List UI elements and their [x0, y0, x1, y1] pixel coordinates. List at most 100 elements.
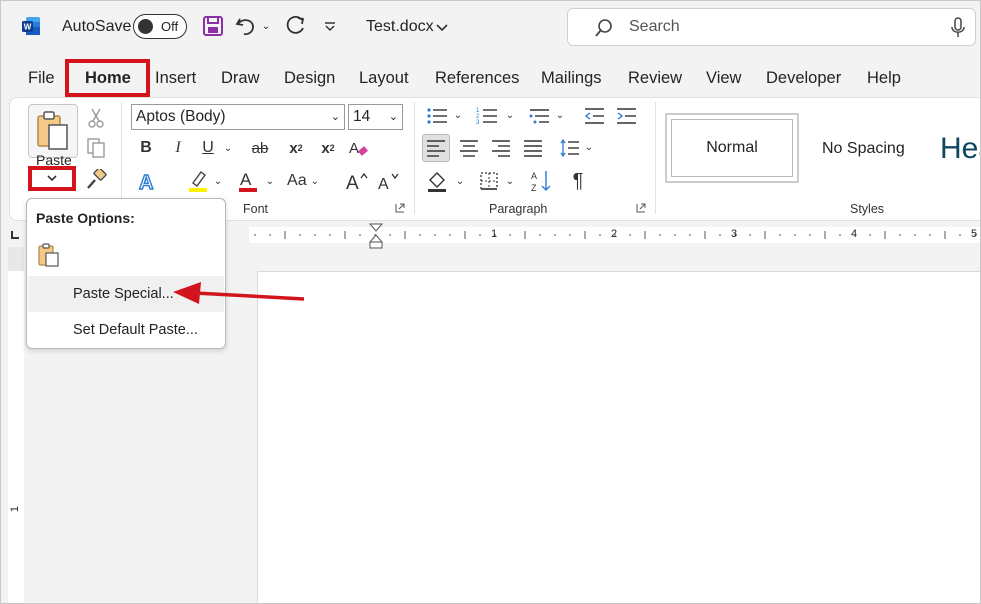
autosave-toggle[interactable]: Off	[133, 14, 187, 39]
tab-insert[interactable]: Insert	[155, 69, 196, 88]
ruler-mark-4: 4	[851, 228, 858, 240]
grow-font-icon[interactable]: A	[344, 168, 370, 194]
indent-marker-icon[interactable]	[368, 223, 384, 249]
tab-selector-icon[interactable]	[11, 231, 19, 239]
borders-icon[interactable]	[476, 168, 502, 194]
tab-review[interactable]: Review	[628, 69, 682, 88]
numbering-icon[interactable]: 123	[474, 104, 500, 128]
style-no-spacing[interactable]: No Spacing	[822, 140, 905, 158]
pilcrow-icon[interactable]: ¶	[566, 168, 590, 194]
search-placeholder: Search	[629, 18, 680, 35]
justify-icon[interactable]	[520, 134, 546, 162]
paste-button[interactable]	[28, 104, 78, 158]
shading-icon[interactable]	[424, 168, 450, 194]
separator	[655, 102, 656, 214]
change-case-button[interactable]: Aa ⌄	[286, 168, 320, 194]
svg-text:3: 3	[476, 120, 480, 126]
shrink-font-icon[interactable]: A	[376, 168, 402, 194]
font-size-combo[interactable]: 14 ⌄	[348, 104, 403, 130]
tab-design[interactable]: Design	[284, 69, 335, 88]
increase-indent-icon[interactable]	[613, 104, 639, 128]
svg-text:Z: Z	[531, 183, 537, 193]
vruler-mark-1: 1	[9, 505, 22, 513]
customize-icon[interactable]	[317, 13, 343, 39]
font-name-value: Aptos (Body)	[136, 108, 226, 125]
annotation-arrow-icon	[173, 282, 305, 304]
tab-help[interactable]: Help	[867, 69, 901, 88]
sort-icon[interactable]: AZ	[528, 168, 554, 194]
home-tab-highlight	[65, 59, 150, 97]
bullets-icon[interactable]	[424, 104, 450, 128]
subscript-button[interactable]: x2	[284, 136, 308, 160]
cut-icon[interactable]	[84, 106, 108, 130]
borders-dropdown-icon[interactable]: ⌄	[504, 172, 516, 190]
set-default-paste-menu-item[interactable]: Set Default Paste...	[28, 312, 224, 348]
bullets-dropdown-icon[interactable]: ⌄	[452, 106, 464, 124]
decrease-indent-icon[interactable]	[581, 104, 607, 128]
multilevel-dropdown-icon[interactable]: ⌄	[554, 106, 566, 124]
style-heading[interactable]: Hea	[940, 132, 980, 166]
autosave-label: AutoSave	[62, 18, 132, 35]
italic-button[interactable]: I	[168, 136, 188, 160]
word-logo-icon: W	[22, 17, 40, 35]
chevron-down-icon[interactable]	[429, 15, 455, 41]
underline-button[interactable]: U	[198, 136, 218, 160]
horizontal-ruler[interactable]: 1 2 3 4 5	[249, 227, 980, 243]
tab-developer[interactable]: Developer	[766, 69, 841, 88]
search-box[interactable]: Search	[567, 8, 976, 46]
document-title[interactable]: Test.docx	[366, 18, 434, 36]
underline-dropdown-icon[interactable]: ⌄	[222, 138, 234, 158]
highlight-dropdown-icon[interactable]: ⌄	[212, 172, 224, 190]
save-icon[interactable]	[200, 13, 226, 39]
font-color-icon[interactable]: A	[236, 168, 260, 194]
paragraph-dialog-launcher-icon[interactable]	[635, 202, 647, 214]
svg-text:A: A	[378, 176, 389, 192]
bold-button[interactable]: B	[136, 136, 156, 160]
tab-file[interactable]: File	[28, 69, 55, 88]
chevron-down-icon: ⌄	[388, 111, 398, 123]
keep-source-formatting-icon[interactable]	[37, 243, 61, 267]
text-effects-icon[interactable]: A	[136, 168, 160, 194]
font-dialog-launcher-icon[interactable]	[394, 202, 406, 214]
tab-references[interactable]: References	[435, 69, 519, 88]
microphone-icon[interactable]	[951, 17, 965, 39]
numbering-dropdown-icon[interactable]: ⌄	[504, 106, 516, 124]
style-normal[interactable]: Normal	[665, 113, 799, 183]
title-bar: W AutoSave Off ⌄ Test.docx Search	[1, 1, 980, 55]
autosave-state: Off	[161, 19, 179, 34]
vertical-ruler[interactable]: 1	[8, 271, 24, 603]
align-left-icon[interactable]	[422, 134, 450, 162]
undo-icon[interactable]	[233, 13, 259, 39]
clipboard-icon	[37, 111, 68, 150]
document-page[interactable]	[257, 271, 980, 603]
font-color-dropdown-icon[interactable]: ⌄	[264, 172, 276, 190]
superscript-button[interactable]: x2	[316, 136, 340, 160]
paste-dropdown-highlight	[28, 166, 76, 191]
ruler-mark-5: 5	[971, 228, 978, 240]
multilevel-list-icon[interactable]	[526, 104, 552, 128]
undo-dropdown-icon[interactable]: ⌄	[259, 13, 273, 39]
change-case-label: Aa	[287, 172, 307, 189]
tab-layout[interactable]: Layout	[359, 69, 409, 88]
svg-text:A: A	[531, 171, 537, 181]
copy-icon[interactable]	[84, 136, 108, 160]
svg-text:A: A	[346, 173, 359, 192]
tab-mailings[interactable]: Mailings	[541, 69, 602, 88]
redo-icon[interactable]	[283, 13, 309, 39]
svg-text:A: A	[240, 170, 252, 189]
search-icon	[595, 19, 612, 37]
line-spacing-icon[interactable]	[556, 134, 582, 162]
tab-draw[interactable]: Draw	[221, 69, 260, 88]
align-right-icon[interactable]	[488, 134, 514, 162]
ruler-mark-3: 3	[731, 228, 738, 240]
tab-view[interactable]: View	[706, 69, 741, 88]
clear-formatting-icon[interactable]: A	[346, 136, 372, 162]
line-spacing-dropdown-icon[interactable]: ⌄	[583, 138, 595, 156]
strikethrough-button[interactable]: ab	[248, 136, 272, 160]
format-painter-icon[interactable]	[84, 168, 108, 192]
highlight-color-icon[interactable]	[186, 168, 210, 194]
shading-dropdown-icon[interactable]: ⌄	[454, 172, 466, 190]
font-name-combo[interactable]: Aptos (Body) ⌄	[131, 104, 345, 130]
align-center-icon[interactable]	[456, 134, 482, 162]
svg-text:A: A	[139, 172, 153, 192]
